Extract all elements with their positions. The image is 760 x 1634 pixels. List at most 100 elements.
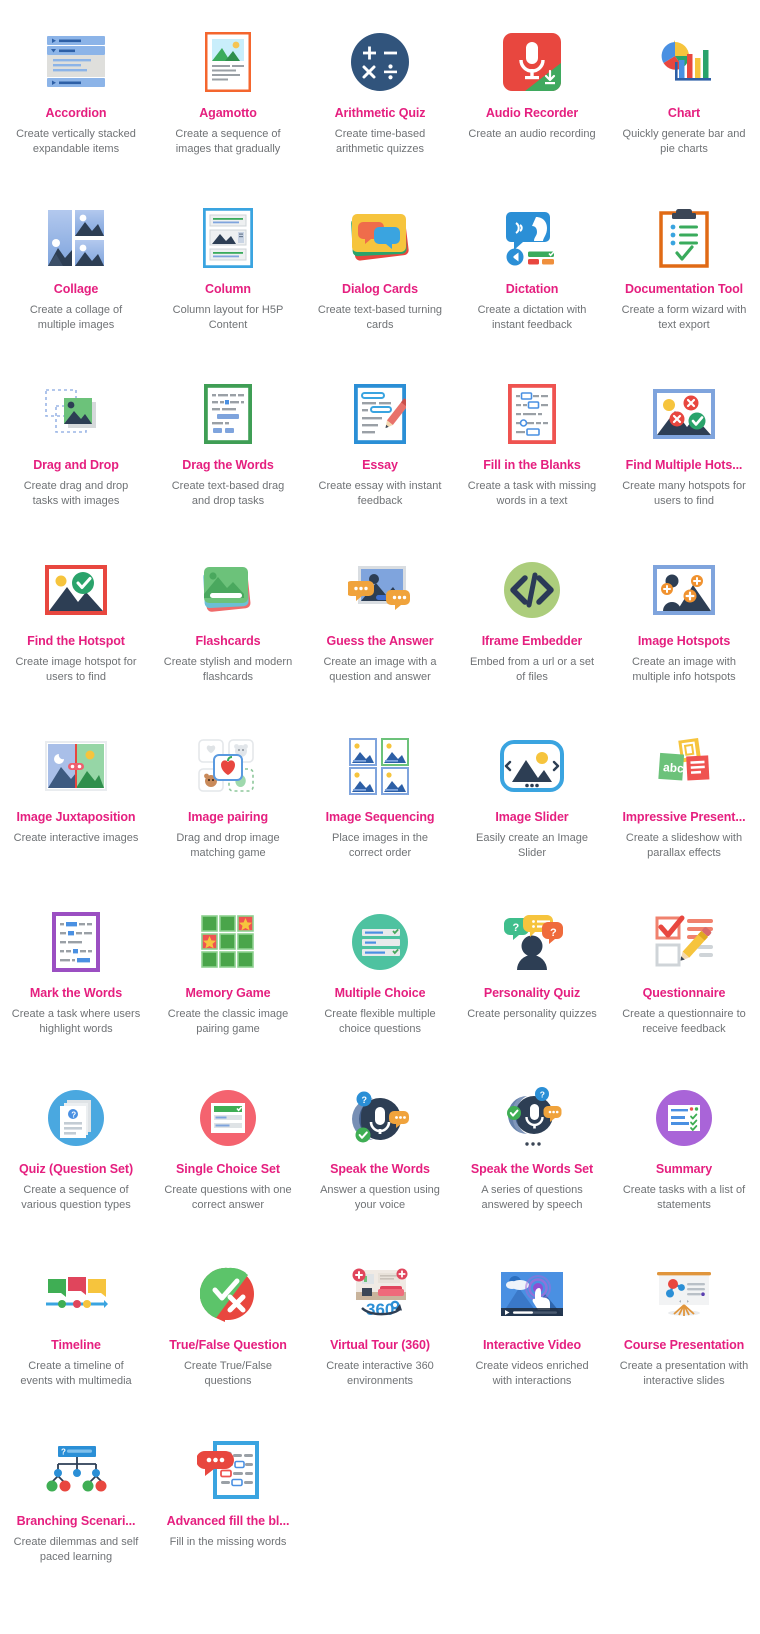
content-type-description: Create a task where users highlight word… [11,1008,141,1035]
content-type-title[interactable]: Image Juxtaposition [17,810,136,825]
content-type-title[interactable]: Virtual Tour (360) [330,1338,430,1353]
content-type-card[interactable]: Interactive Video Create videos enriched … [456,1250,608,1426]
content-type-card[interactable]: Drag the Words Create text-based drag and… [152,370,304,546]
content-type-title[interactable]: Documentation Tool [625,282,743,297]
content-type-title[interactable]: Memory Game [185,986,270,1001]
content-type-card[interactable]: Image Juxtaposition Create interactive im… [0,722,152,898]
content-type-title[interactable]: Drag and Drop [33,458,119,473]
content-type-title[interactable]: Iframe Embedder [482,634,583,649]
content-type-card[interactable]: Agamotto Create a sequence of images that… [152,18,304,194]
speak-the-words-set-icon: ? [498,1084,566,1152]
content-type-title[interactable]: Image Sequencing [326,810,435,825]
content-type-title[interactable]: Find the Hotspot [27,634,125,649]
content-type-card[interactable]: Advanced fill the bl... Fill in the missi… [152,1426,304,1602]
content-type-card[interactable]: ?? Personality Quiz Create personality qui… [456,898,608,1074]
content-type-title[interactable]: Speak the Words Set [471,1162,593,1177]
content-type-description: Create True/False questions [183,1360,273,1387]
content-type-title[interactable]: Personality Quiz [484,986,580,1001]
content-type-card[interactable]: Documentation Tool Create a form wizard w… [608,194,760,370]
content-type-title[interactable]: Dialog Cards [342,282,418,297]
content-type-title[interactable]: Column [205,282,251,297]
content-type-title[interactable]: Dictation [506,282,559,297]
content-type-title[interactable]: Image pairing [188,810,268,825]
content-type-title[interactable]: Single Choice Set [176,1162,280,1177]
summary-icon [650,1084,718,1152]
content-type-card[interactable]: Audio Recorder Create an audio recording [456,18,608,194]
content-type-card[interactable]: Iframe Embedder Embed from a url or a set… [456,546,608,722]
content-type-card[interactable]: Timeline Create a timeline of events with… [0,1250,152,1426]
content-type-card[interactable]: ? Speak the Words Answer a question using … [304,1074,456,1250]
content-type-title[interactable]: Image Hotspots [638,634,730,649]
course-presentation-icon [650,1260,718,1328]
content-type-card[interactable]: Accordion Create vertically stacked expan… [0,18,152,194]
content-type-card[interactable]: abc Impressive Present... Create a slidesh… [608,722,760,898]
content-type-card[interactable]: Multiple Choice Create flexible multiple … [304,898,456,1074]
content-type-card[interactable]: Summary Create tasks with a list of state… [608,1074,760,1250]
content-type-title[interactable]: Audio Recorder [486,106,578,121]
content-type-title[interactable]: Agamotto [199,106,257,121]
content-type-card[interactable]: Dialog Cards Create text-based turning ca… [304,194,456,370]
content-type-card[interactable]: Image Hotspots Create an image with multi… [608,546,760,722]
content-type-card[interactable]: 360 Virtual Tour (360) Create interactive … [304,1250,456,1426]
quiz-question-set-icon: ? [42,1084,110,1152]
content-type-title[interactable]: Find Multiple Hots... [626,458,743,473]
content-type-card[interactable]: ? Quiz (Question Set) Create a sequence of… [0,1074,152,1250]
content-type-card[interactable]: True/False Question Create True/False que… [152,1250,304,1426]
content-type-title[interactable]: Chart [668,106,700,121]
content-type-title[interactable]: Flashcards [195,634,260,649]
content-type-card[interactable]: Collage Create a collage of multiple imag… [0,194,152,370]
content-type-title[interactable]: Summary [656,1162,712,1177]
content-type-card[interactable]: Course Presentation Create a presentation… [608,1250,760,1426]
column-icon [194,204,262,272]
content-type-title[interactable]: Image Slider [495,810,568,825]
content-type-card[interactable]: Essay Create essay with instant feedback [304,370,456,546]
content-type-card[interactable]: Chart Quickly generate bar and pie charts [608,18,760,194]
content-type-title[interactable]: Branching Scenari... [17,1514,136,1529]
content-type-card[interactable]: Image pairing Drag and drop image matchin… [152,722,304,898]
accordion-icon [42,28,110,96]
content-type-card[interactable]: Arithmetic Quiz Create time-based arithme… [304,18,456,194]
content-type-card[interactable]: Image Sequencing Place images in the corr… [304,722,456,898]
content-type-description: Create text-based turning cards [317,304,443,331]
content-type-card[interactable]: Drag and Drop Create drag and drop tasks … [0,370,152,546]
content-type-card[interactable]: Questionnaire Create a questionnaire to r… [608,898,760,1074]
content-type-card[interactable]: ? Speak the Words Set A series of question… [456,1074,608,1250]
content-type-card[interactable]: Dictation Create a dictation with instant… [456,194,608,370]
content-type-title[interactable]: Mark the Words [30,986,122,1001]
content-type-title[interactable]: Timeline [51,1338,101,1353]
content-type-title[interactable]: Advanced fill the bl... [167,1514,290,1529]
content-type-card[interactable]: Guess the Answer Create an image with a q… [304,546,456,722]
content-type-card[interactable]: Fill in the Blanks Create a task with mis… [456,370,608,546]
content-type-title[interactable]: Collage [54,282,98,297]
content-type-title[interactable]: Drag the Words [182,458,273,473]
content-type-card[interactable]: Flashcards Create stylish and modern flas… [152,546,304,722]
content-type-description: Create videos enriched with interactions [475,1360,589,1387]
content-type-title[interactable]: Course Presentation [624,1338,744,1353]
content-type-title[interactable]: Quiz (Question Set) [19,1162,133,1177]
content-type-card[interactable]: Image Slider Easily create an Image Slide… [456,722,608,898]
content-type-title[interactable]: Arithmetic Quiz [335,106,426,121]
content-type-title[interactable]: Questionnaire [643,986,726,1001]
content-type-card[interactable]: Memory Game Create the classic image pair… [152,898,304,1074]
content-type-title[interactable]: Accordion [46,106,107,121]
content-type-title[interactable]: Impressive Present... [623,810,746,825]
timeline-icon [42,1260,110,1328]
content-type-card[interactable]: Find the Hotspot Create image hotspot for… [0,546,152,722]
content-type-title[interactable]: True/False Question [169,1338,287,1353]
content-type-title[interactable]: Fill in the Blanks [483,458,581,473]
content-type-title[interactable]: Multiple Choice [335,986,426,1001]
content-type-card[interactable]: ? Branching Scenari... Create dilemmas and… [0,1426,152,1602]
content-type-card[interactable]: Find Multiple Hots... Create many hotspot… [608,370,760,546]
content-type-card[interactable]: Mark the Words Create a task where users … [0,898,152,1074]
content-type-card[interactable]: Column Column layout for H5P Content [152,194,304,370]
content-type-title[interactable]: Essay [362,458,398,473]
speak-the-words-icon: ? [346,1084,414,1152]
content-type-card[interactable]: Single Choice Set Create questions with o… [152,1074,304,1250]
svg-text:?: ? [61,1448,66,1457]
content-type-title[interactable]: Speak the Words [330,1162,430,1177]
content-type-description: Create dilemmas and self paced learning [13,1536,139,1563]
drag-and-drop-icon [42,380,110,448]
content-type-title[interactable]: Guess the Answer [327,634,434,649]
content-type-title[interactable]: Interactive Video [483,1338,581,1353]
impressive-presentation-icon: abc [650,732,718,800]
